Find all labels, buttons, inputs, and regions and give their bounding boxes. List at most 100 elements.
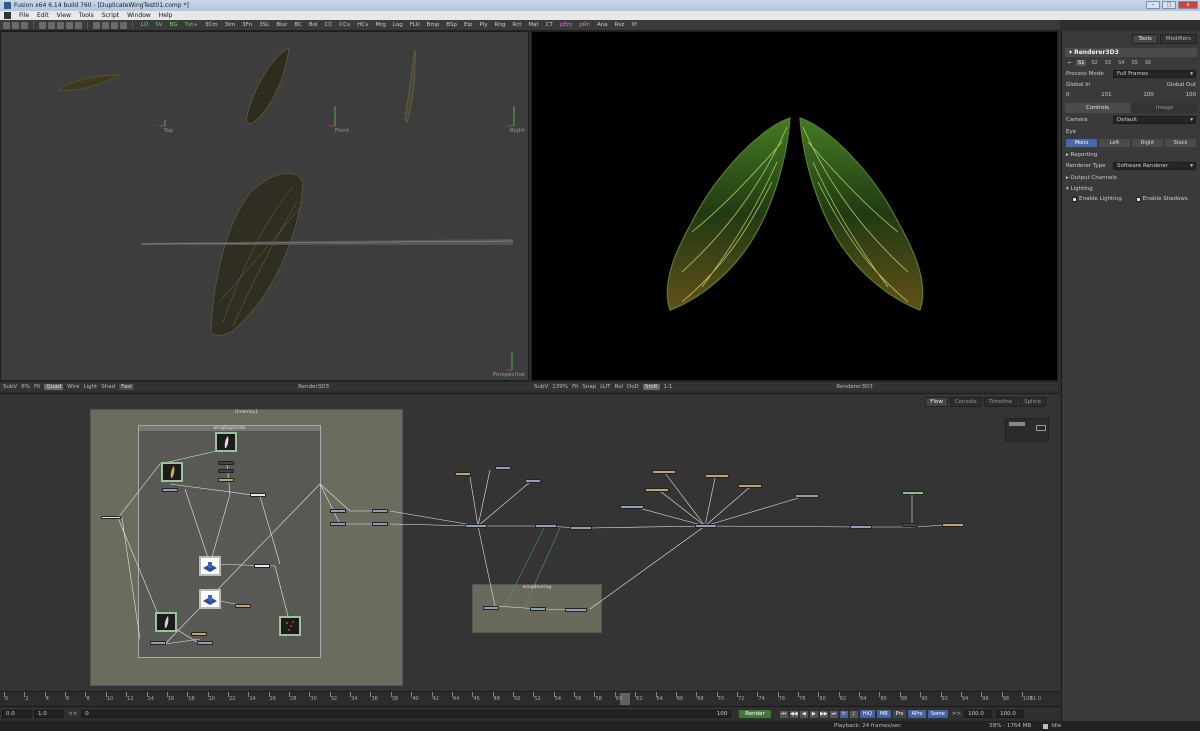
- enable-shadows-checkbox[interactable]: Enable Shadows: [1135, 196, 1188, 202]
- range-right-marker[interactable]: >>: [952, 711, 961, 717]
- range-left-marker[interactable]: <<: [68, 711, 77, 717]
- layout-quad-icon[interactable]: [111, 21, 118, 29]
- flow-node[interactable]: [483, 606, 499, 610]
- tool-button-ana[interactable]: Ana: [594, 22, 611, 28]
- next-frame-icon[interactable]: ▶▶: [819, 710, 828, 718]
- maximize-button[interactable]: □: [1162, 1, 1176, 9]
- tool-button-3cm[interactable]: 3Cm: [202, 22, 221, 28]
- right-2d-viewer[interactable]: [531, 31, 1058, 381]
- global-out-value[interactable]: 100: [1185, 92, 1196, 98]
- flow-node[interactable]: [902, 523, 918, 527]
- fit-button[interactable]: Fit: [34, 384, 40, 390]
- loop-icon[interactable]: ↻: [839, 710, 848, 718]
- enable-lighting-checkbox[interactable]: Enable Lighting: [1072, 196, 1122, 202]
- light-button[interactable]: Light: [83, 384, 97, 390]
- wire-button[interactable]: Wire: [67, 384, 79, 390]
- zoom-level[interactable]: 6%: [21, 384, 30, 390]
- menu-edit[interactable]: Edit: [37, 12, 49, 19]
- pin-icon[interactable]: ━: [1066, 60, 1073, 66]
- step-field[interactable]: 1.0: [34, 710, 64, 718]
- audio-icon[interactable]: ♪: [849, 710, 858, 718]
- flow-node[interactable]: [652, 470, 676, 474]
- flow-navigator[interactable]: [1005, 418, 1049, 442]
- fit-button[interactable]: Fit: [572, 384, 578, 390]
- play-icon[interactable]: ▶: [809, 710, 818, 718]
- flow-node[interactable]: [738, 484, 762, 488]
- flow-node[interactable]: [530, 607, 546, 611]
- flow-node[interactable]: [645, 488, 669, 492]
- node-thumbnail[interactable]: [279, 616, 301, 636]
- tool-button-ld[interactable]: LD: [138, 22, 151, 28]
- tab-image[interactable]: Image: [1132, 103, 1197, 113]
- flow-node[interactable]: [191, 632, 207, 636]
- flow-view[interactable]: Flow Console Timeline Spline Underlay1 w…: [0, 393, 1060, 691]
- layout-dual-icon[interactable]: [102, 21, 109, 29]
- slot-s5[interactable]: S5: [1129, 60, 1139, 66]
- tab-modifiers[interactable]: Modifiers: [1159, 34, 1197, 44]
- aprx-toggle[interactable]: APrx: [908, 710, 926, 718]
- tool-button-rct[interactable]: Rct: [509, 22, 524, 28]
- node-thumbnail[interactable]: [199, 556, 221, 576]
- flow-node[interactable]: [795, 494, 819, 498]
- left-3d-viewer[interactable]: Top Front Right Perspective: [0, 31, 529, 381]
- start-time-field[interactable]: 0.0: [2, 710, 32, 718]
- global-end-field[interactable]: 100.0: [996, 710, 1025, 718]
- flow-node[interactable]: [218, 469, 234, 473]
- tool-button-prn[interactable]: pRn: [576, 22, 593, 28]
- tab-tools[interactable]: Tools: [1132, 34, 1158, 44]
- flow-node[interactable]: [162, 488, 178, 492]
- tool-button-3sl[interactable]: 3SL: [256, 22, 272, 28]
- system-menu-icon[interactable]: [4, 12, 11, 19]
- save-icon[interactable]: [21, 21, 28, 29]
- navigator-viewport[interactable]: [1036, 425, 1046, 431]
- menu-view[interactable]: View: [57, 12, 71, 19]
- smr-button[interactable]: SmR: [642, 383, 660, 390]
- flow-node[interactable]: [218, 461, 234, 465]
- camera-dropdown[interactable]: Default ▾: [1113, 116, 1196, 124]
- subview-button[interactable]: SubV: [534, 384, 548, 390]
- node-thumbnail[interactable]: [155, 612, 177, 632]
- flow-node[interactable]: [197, 641, 213, 645]
- flow-node[interactable]: [535, 524, 557, 528]
- step-back-icon[interactable]: ◀◀: [789, 710, 798, 718]
- flow-node[interactable]: [455, 472, 471, 476]
- tool-button-bol[interactable]: Bol: [306, 22, 321, 28]
- tool-button-elp[interactable]: Elp: [461, 22, 476, 28]
- flow-node[interactable]: [235, 604, 251, 608]
- eye-stack-button[interactable]: Stack: [1165, 139, 1196, 147]
- flow-node[interactable]: [942, 523, 964, 527]
- undo-icon[interactable]: [66, 21, 73, 29]
- menu-tools[interactable]: Tools: [79, 12, 94, 19]
- tool-button-bg[interactable]: BG: [167, 22, 181, 28]
- flow-node[interactable]: [150, 641, 166, 645]
- node-thumbnail[interactable]: [199, 589, 221, 609]
- new-icon[interactable]: [3, 21, 10, 29]
- output-channels-section[interactable]: ▸ Output Channels: [1062, 174, 1200, 182]
- node-thumbnail[interactable]: [215, 432, 237, 452]
- tool-button-3im[interactable]: 3Im: [222, 22, 238, 28]
- hiq-toggle[interactable]: HiQ: [859, 710, 875, 718]
- render-range-slider[interactable]: 0 100: [81, 710, 732, 718]
- end-time-field[interactable]: 100.0: [964, 710, 993, 718]
- flow-node[interactable]: [372, 522, 388, 526]
- renderer-type-dropdown[interactable]: Software Renderer ▾: [1113, 162, 1196, 170]
- tool-button-pem[interactable]: pEm: [557, 22, 575, 28]
- tool-button-flu[interactable]: FLU: [407, 22, 423, 28]
- flow-node[interactable]: [254, 564, 270, 568]
- tool-button-mrg[interactable]: Mrg: [372, 22, 388, 28]
- go-to-start-icon[interactable]: ⏮: [779, 710, 788, 718]
- tool-button-hcv[interactable]: HCv: [354, 22, 371, 28]
- close-button[interactable]: x: [1178, 1, 1198, 9]
- menu-file[interactable]: File: [19, 12, 29, 19]
- tool-button-mat[interactable]: Mat: [525, 22, 541, 28]
- some-toggle[interactable]: Some: [927, 710, 948, 718]
- tool-button-xf[interactable]: Xf: [628, 22, 640, 28]
- go-to-end-icon[interactable]: ⏭: [829, 710, 838, 718]
- slot-s1[interactable]: S1: [1076, 60, 1087, 66]
- flow-node[interactable]: [465, 524, 487, 528]
- prx-toggle[interactable]: Prx: [892, 710, 907, 718]
- copy-icon[interactable]: [48, 21, 55, 29]
- tool-button-bsp[interactable]: BSp: [443, 22, 460, 28]
- open-icon[interactable]: [12, 21, 19, 29]
- slot-s6[interactable]: S6: [1143, 60, 1153, 66]
